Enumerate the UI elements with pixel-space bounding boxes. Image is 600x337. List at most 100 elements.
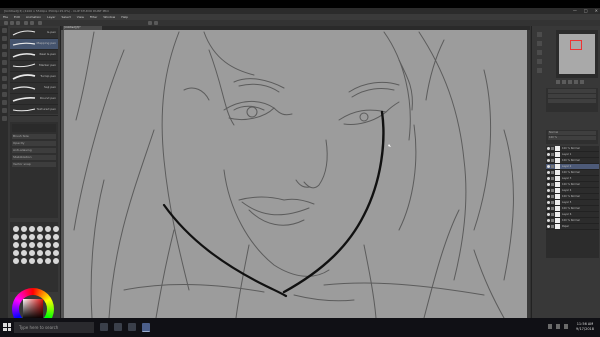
visibility-eye-icon[interactable] [547,195,550,198]
property-row[interactable] [548,94,596,98]
eyedropper-tool-icon[interactable] [1,52,7,57]
rotate-icon[interactable] [574,80,578,84]
zoom-tool-icon[interactable] [1,28,7,33]
brush-size-dot[interactable] [45,234,51,240]
brush-size-dot[interactable] [29,258,35,264]
brush-size-dot[interactable] [13,234,19,240]
brush-item-selected[interactable]: Mapping pen [10,39,58,50]
brush-size-dot[interactable] [53,234,59,240]
eraser-tool-icon[interactable] [1,92,7,97]
layer-lock-icon[interactable] [551,165,554,168]
browser-icon[interactable] [114,323,122,331]
brush-size-row[interactable]: Brush Size [12,134,56,139]
layer-lock-icon[interactable] [551,189,554,192]
pencil-tool-icon[interactable] [1,68,7,73]
brush-size-dot[interactable] [45,258,51,264]
visibility-eye-icon[interactable] [547,171,550,174]
stabilization-row[interactable]: Stabilization [12,155,56,160]
file-explorer-icon[interactable] [128,323,136,331]
visibility-eye-icon[interactable] [547,165,550,168]
brush-size-dot[interactable] [13,242,19,248]
layer-row[interactable]: Paper [546,224,599,230]
clear-icon[interactable] [38,21,42,25]
layer-lock-icon[interactable] [551,219,554,222]
brush-size-dot[interactable] [13,226,19,232]
battery-icon[interactable] [564,324,568,329]
layer-lock-icon[interactable] [551,159,554,162]
fill-tool-icon[interactable] [1,100,7,105]
gradient-tool-icon[interactable] [1,108,7,113]
visibility-eye-icon[interactable] [547,201,550,204]
brush-size-dot[interactable] [13,258,19,264]
opacity-value[interactable]: 100 % [548,136,596,140]
flip-icon[interactable] [580,80,584,84]
visibility-eye-icon[interactable] [547,213,550,216]
open-icon[interactable] [10,21,14,25]
brush-size-dot[interactable] [37,226,43,232]
visibility-eye-icon[interactable] [547,189,550,192]
opacity-row[interactable]: Opacity [12,141,56,146]
taskbar-clock[interactable]: 11:56 AM 9/17/2018 [576,322,594,332]
layer-lock-icon[interactable] [551,201,554,204]
move-tool-icon[interactable] [1,36,7,41]
airbrush-tool-icon[interactable] [1,84,7,89]
layer-lock-icon[interactable] [551,207,554,210]
anti-aliasing-row[interactable]: Anti-aliasing [12,148,56,153]
visibility-eye-icon[interactable] [547,225,550,228]
task-view-icon[interactable] [100,323,108,331]
drawing-canvas[interactable] [64,30,530,318]
brush-size-dot[interactable] [53,258,59,264]
settings-icon[interactable] [154,21,158,25]
taskbar-search-input[interactable]: Type here to search [14,322,94,333]
layer-lock-icon[interactable] [551,213,554,216]
brush-item[interactable]: Round pen [10,94,58,105]
brush-size-dot[interactable] [37,250,43,256]
brush-item[interactable]: Textured pen [10,105,58,116]
clip-studio-icon[interactable] [142,323,150,332]
pen-tool-icon[interactable] [1,60,7,65]
zoom-in-icon[interactable] [556,80,560,84]
brush-size-dot[interactable] [45,226,51,232]
brush-item[interactable]: Marker pen [10,61,58,72]
undo-icon[interactable] [24,21,28,25]
layer-property-icon[interactable] [536,59,542,64]
brush-size-dot[interactable] [21,258,27,264]
brush-size-dot[interactable] [45,250,51,256]
zoom-out-icon[interactable] [562,80,566,84]
brush-size-dot[interactable] [29,242,35,248]
brush-size-dot[interactable] [37,234,43,240]
visibility-eye-icon[interactable] [547,183,550,186]
layer-lock-icon[interactable] [551,195,554,198]
redo-icon[interactable] [30,21,34,25]
color-wheel[interactable] [12,288,54,318]
layer-search-icon[interactable] [536,68,542,73]
layer-lock-icon[interactable] [551,177,554,180]
brush-size-dot[interactable] [13,250,19,256]
visibility-eye-icon[interactable] [547,153,550,156]
layer-lock-icon[interactable] [551,183,554,186]
volume-icon[interactable] [556,324,560,329]
brush-size-dot[interactable] [21,226,27,232]
visibility-eye-icon[interactable] [547,219,550,222]
brush-size-dot[interactable] [21,250,27,256]
save-icon[interactable] [16,21,20,25]
brush-tool-icon[interactable] [1,76,7,81]
visibility-eye-icon[interactable] [547,207,550,210]
layer-lock-icon[interactable] [551,147,554,150]
network-icon[interactable] [548,324,552,329]
layer-lock-icon[interactable] [551,171,554,174]
visibility-eye-icon[interactable] [547,159,550,162]
brush-size-dot[interactable] [21,234,27,240]
brush-size-dot[interactable] [37,242,43,248]
brush-size-dot[interactable] [29,226,35,232]
vector-snap-row[interactable]: Vector snap [12,162,56,167]
info-tab-icon[interactable] [536,50,542,55]
text-tool-icon[interactable] [1,116,7,121]
property-row[interactable] [548,89,596,93]
brush-item[interactable]: Turnip pen [10,72,58,83]
brush-size-dot[interactable] [37,258,43,264]
layer-lock-icon[interactable] [551,225,554,228]
navigator-tab-icon[interactable] [536,32,542,37]
select-tool-icon[interactable] [1,44,7,49]
blend-mode-select[interactable]: Normal [548,131,596,135]
